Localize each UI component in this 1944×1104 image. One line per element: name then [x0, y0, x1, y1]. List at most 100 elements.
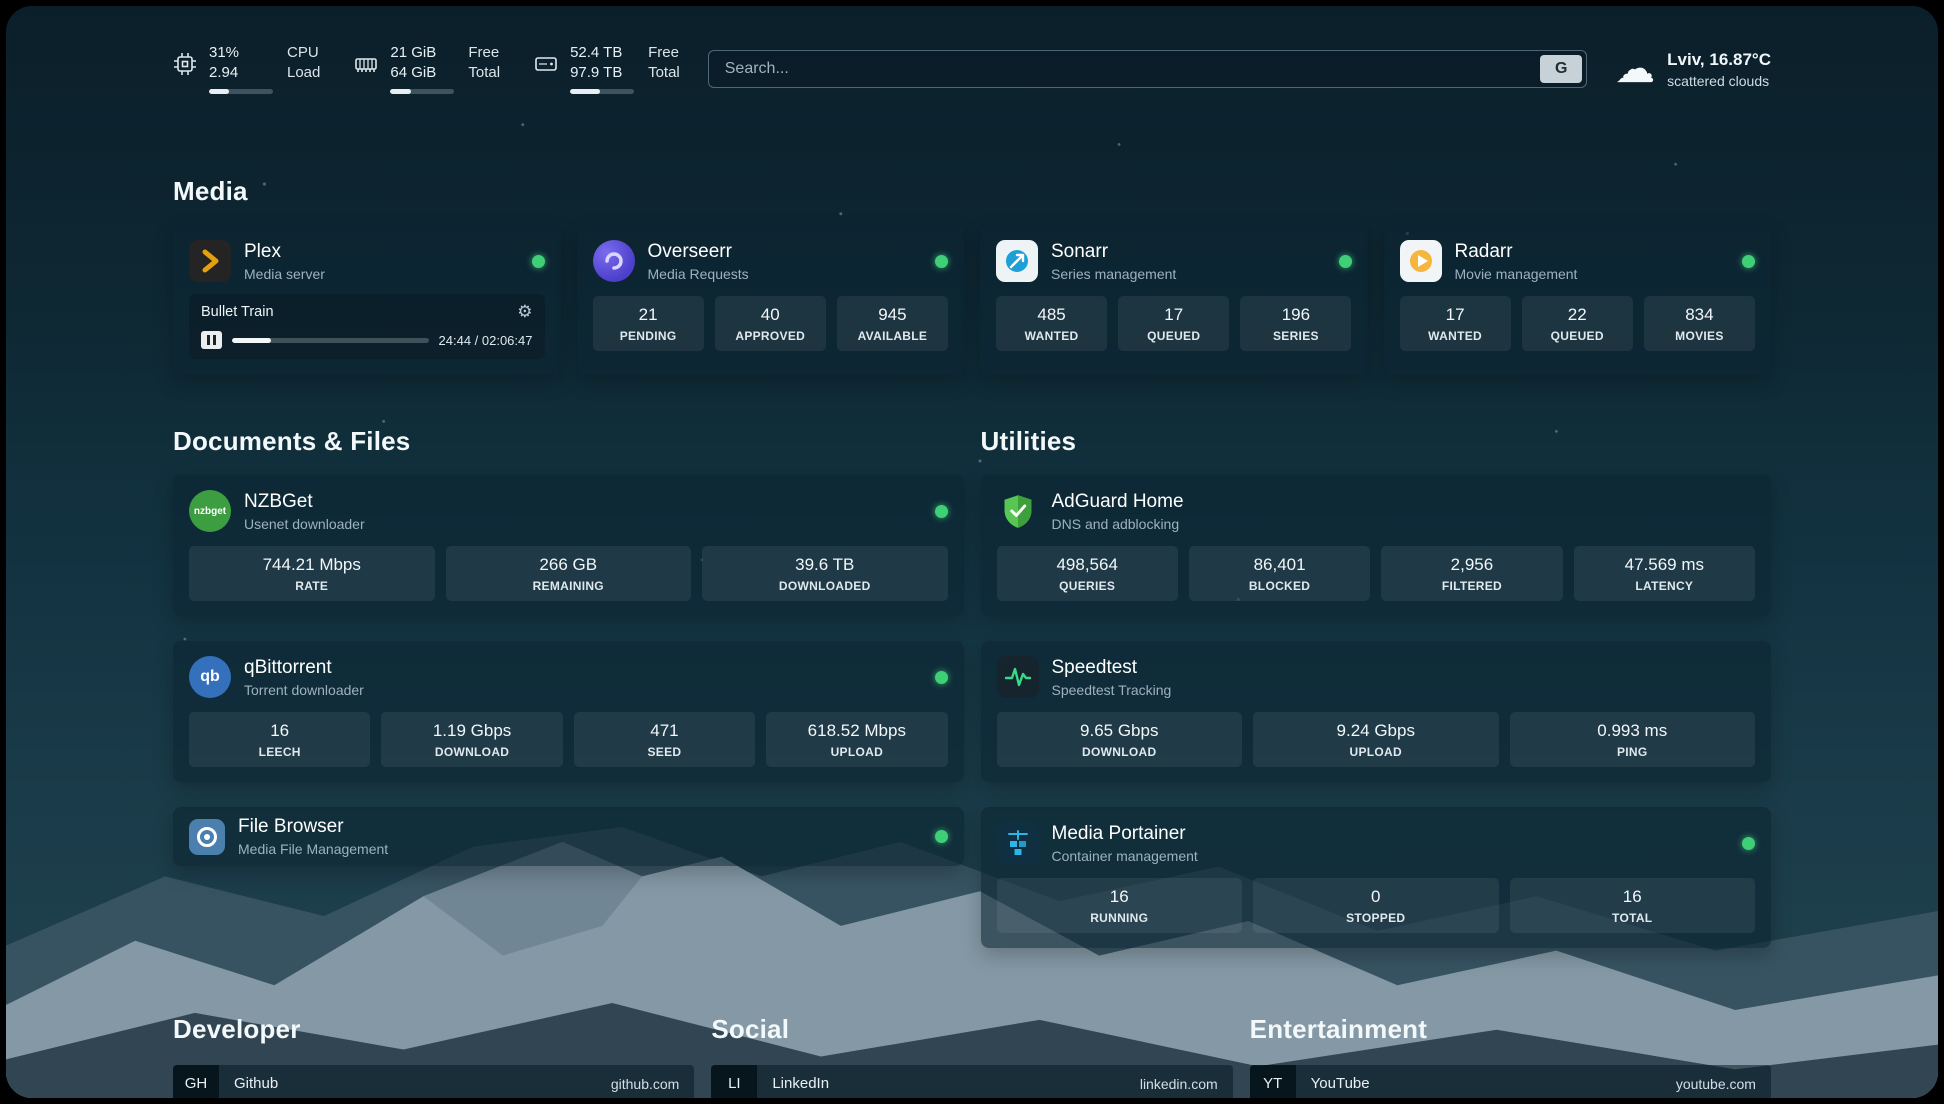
search-engine-button[interactable]: G	[1540, 55, 1582, 83]
stat-queued: 17QUEUED	[1118, 296, 1229, 351]
cpu-usage-bar	[209, 89, 273, 94]
disk-widget: 52.4 TB 97.9 TB Free Total	[534, 44, 680, 94]
cpu-load-label: Load	[287, 64, 320, 82]
stat-approved: 40APPROVED	[715, 296, 826, 351]
plex-now-playing: Bullet Train ⚙ 24:44 / 02:06:47	[189, 294, 545, 359]
cpu-label: CPU	[287, 44, 320, 62]
disk-total-label: Total	[648, 64, 680, 82]
ram-widget: 21 GiB 64 GiB Free Total	[354, 44, 500, 94]
service-card-filebrowser[interactable]: File Browser Media File Management	[173, 807, 964, 866]
bookmark-url: youtube.com	[1676, 1076, 1756, 1092]
service-description: Container management	[1052, 848, 1198, 864]
stat-queries: 498,564QUERIES	[997, 546, 1178, 601]
stat-queued: 22QUEUED	[1522, 296, 1633, 351]
stat-total: 16TOTAL	[1510, 878, 1756, 933]
stat-leech: 16LEECH	[189, 712, 370, 767]
status-online-dot	[935, 830, 948, 843]
status-online-dot	[1742, 255, 1755, 268]
service-description: Media File Management	[238, 841, 388, 857]
service-description: DNS and adblocking	[1052, 516, 1184, 532]
cpu-widget: 31% 2.94 CPU Load	[173, 44, 320, 94]
stat-latency: 47.569 msLATENCY	[1574, 546, 1755, 601]
service-card-plex[interactable]: Plex Media server Bullet Train ⚙ 24:44 /…	[173, 225, 561, 374]
stat-movies: 834MOVIES	[1644, 296, 1755, 351]
search-input[interactable]	[709, 51, 1536, 87]
bookmark-abbr: GH	[173, 1065, 219, 1098]
weather-location-temp: Lviv, 16.87°C	[1667, 50, 1771, 70]
service-card-speedtest[interactable]: Speedtest Speedtest Tracking 9.65 GbpsDO…	[981, 641, 1772, 782]
disk-usage-bar	[570, 89, 634, 94]
stat-upload: 618.52 MbpsUPLOAD	[766, 712, 947, 767]
section-title-entertainment: Entertainment	[1250, 1014, 1771, 1045]
stat-remaining: 266 GBREMAINING	[446, 546, 692, 601]
stat-ping: 0.993 msPING	[1510, 712, 1756, 767]
status-online-dot	[935, 671, 948, 684]
disk-free-label: Free	[648, 44, 680, 62]
service-card-overseerr[interactable]: Overseerr Media Requests 21PENDING 40APP…	[577, 225, 965, 374]
dashboard-content: 31% 2.94 CPU Load	[6, 6, 1938, 1098]
stat-pending: 21PENDING	[593, 296, 704, 351]
bookmark-abbr: LI	[711, 1065, 757, 1098]
weather-widget: ☁ Lviv, 16.87°C scattered clouds	[1615, 49, 1771, 89]
plex-icon	[189, 240, 231, 282]
bookmark-linkedin[interactable]: LI LinkedIn linkedin.com	[711, 1065, 1232, 1098]
stat-blocked: 86,401BLOCKED	[1189, 546, 1370, 601]
status-online-dot	[532, 255, 545, 268]
now-playing-title: Bullet Train	[201, 304, 274, 320]
service-name: AdGuard Home	[1052, 491, 1184, 513]
portainer-icon	[997, 822, 1039, 864]
entertainment-bookmarks: Entertainment YT YouTube youtube.com NF …	[1250, 1014, 1771, 1098]
service-description: Series management	[1051, 266, 1176, 282]
dashboard-screen: 31% 2.94 CPU Load	[6, 6, 1938, 1098]
stat-upload: 9.24 GbpsUPLOAD	[1253, 712, 1499, 767]
stat-download: 1.19 GbpsDOWNLOAD	[381, 712, 562, 767]
service-card-portainer[interactable]: Media Portainer Container management 16R…	[981, 807, 1772, 948]
section-title-utilities: Utilities	[981, 426, 1772, 457]
service-card-adguard[interactable]: AdGuard Home DNS and adblocking 498,564Q…	[981, 475, 1772, 616]
cloud-icon: ☁	[1615, 49, 1655, 89]
bookmark-name: LinkedIn	[772, 1075, 829, 1092]
stat-series: 196SERIES	[1240, 296, 1351, 351]
overseerr-icon	[593, 240, 635, 282]
service-card-qbittorrent[interactable]: qb qBittorrent Torrent downloader 16LEEC…	[173, 641, 964, 782]
service-description: Torrent downloader	[244, 682, 364, 698]
social-bookmarks: Social LI LinkedIn linkedin.com TW Twitt…	[711, 1014, 1232, 1098]
pause-button[interactable]	[201, 331, 222, 349]
service-card-nzbget[interactable]: nzbget NZBGet Usenet downloader 744.21 M…	[173, 475, 964, 616]
stat-running: 16RUNNING	[997, 878, 1243, 933]
gear-icon[interactable]: ⚙	[517, 302, 532, 322]
service-card-sonarr[interactable]: Sonarr Series management 485WANTED 17QUE…	[980, 225, 1368, 374]
sonarr-icon	[996, 240, 1038, 282]
service-description: Media Requests	[648, 266, 749, 282]
system-metrics: 31% 2.94 CPU Load	[173, 44, 680, 94]
top-bar: 31% 2.94 CPU Load	[173, 44, 1771, 94]
bookmark-github[interactable]: GH Github github.com	[173, 1065, 694, 1098]
filebrowser-icon	[189, 819, 225, 855]
ram-icon	[354, 52, 378, 76]
bookmark-abbr: YT	[1250, 1065, 1296, 1098]
bookmark-name: Github	[234, 1075, 278, 1092]
status-online-dot	[1339, 255, 1352, 268]
section-title-documents: Documents & Files	[173, 426, 964, 457]
ram-usage-bar	[390, 89, 454, 94]
playback-progress-bar[interactable]	[232, 338, 429, 343]
service-card-radarr[interactable]: Radarr Movie management 17WANTED 22QUEUE…	[1384, 225, 1772, 374]
service-name: Radarr	[1455, 241, 1578, 263]
stat-wanted: 17WANTED	[1400, 296, 1511, 351]
stat-available: 945AVAILABLE	[837, 296, 948, 351]
stat-seed: 471SEED	[574, 712, 755, 767]
bookmark-name: YouTube	[1311, 1075, 1370, 1092]
bookmark-url: linkedin.com	[1140, 1076, 1218, 1092]
stat-stopped: 0STOPPED	[1253, 878, 1499, 933]
search-bar: G	[708, 50, 1587, 88]
bookmark-youtube[interactable]: YT YouTube youtube.com	[1250, 1065, 1771, 1098]
adguard-shield-icon	[997, 490, 1039, 532]
section-title-media: Media	[173, 176, 1771, 207]
utilities-column: Utilities AdGuard Home	[981, 426, 1772, 948]
service-name: NZBGet	[244, 491, 365, 513]
status-online-dot	[1742, 837, 1755, 850]
nzbget-icon: nzbget	[189, 490, 231, 532]
stat-wanted: 485WANTED	[996, 296, 1107, 351]
status-online-dot	[935, 255, 948, 268]
bookmark-url: github.com	[611, 1076, 679, 1092]
